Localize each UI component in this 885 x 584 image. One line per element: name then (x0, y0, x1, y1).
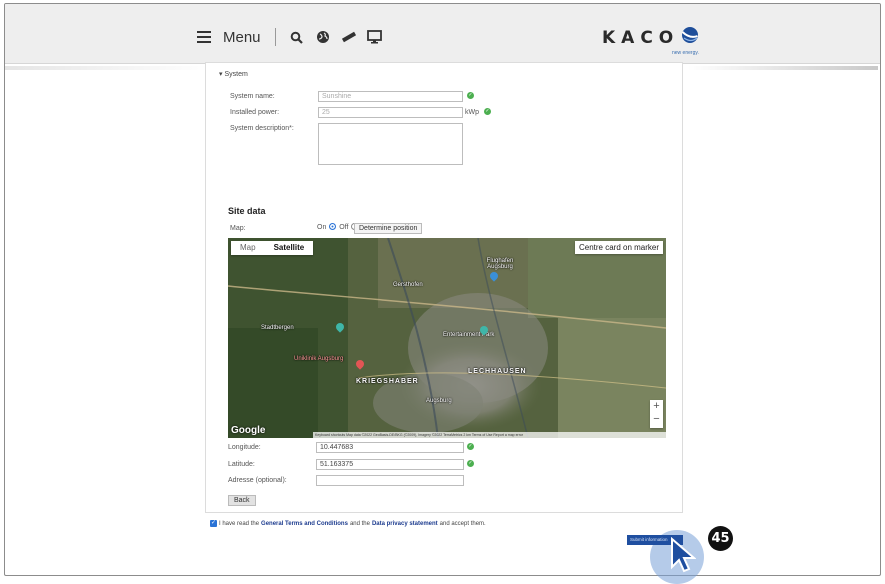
map-attribution: Keyboard shortcuts Map data ©2022 GeoBas… (313, 432, 666, 438)
monitor-icon[interactable] (366, 28, 384, 46)
header-shadow-left (5, 66, 210, 70)
map-place-label: KRIEGSHABER (356, 378, 419, 385)
map-place-label: Gersthofen (393, 282, 423, 288)
globe-icon[interactable] (314, 28, 332, 46)
terms-text-mid: and the (349, 520, 370, 527)
step-number-badge: 45 (708, 526, 733, 551)
zoom-control: + − (650, 400, 663, 428)
installed-power-valid-icon: ✓ (484, 108, 491, 115)
system-description-label: System description*: (230, 125, 294, 132)
registration-card: ▾ System System name: Sunshine ✓ Install… (205, 62, 683, 513)
address-label: Adresse (optional): (228, 477, 287, 484)
longitude-input[interactable]: 10.447683 (316, 442, 464, 453)
logo-globe-icon (681, 26, 699, 49)
system-section-header[interactable]: ▾ System (219, 70, 248, 78)
longitude-valid-icon: ✓ (467, 443, 474, 450)
map-place-label: LECHHAUSEN (468, 368, 527, 375)
logo-tagline: new energy. (672, 50, 699, 56)
zoom-in-button[interactable]: + (650, 400, 663, 413)
zoom-out-button[interactable]: − (650, 413, 663, 426)
tab-satellite[interactable]: Satellite (265, 241, 314, 255)
search-icon[interactable] (288, 28, 306, 46)
system-name-valid-icon: ✓ (467, 92, 474, 99)
latitude-label: Latitude: (228, 461, 255, 468)
header-shadow-right (688, 66, 878, 70)
mouse-cursor-icon (671, 537, 696, 573)
latitude-valid-icon: ✓ (467, 460, 474, 467)
satellite-imagery (228, 238, 666, 438)
google-logo: Google (231, 425, 266, 436)
terms-conditions-link[interactable]: General Terms and Conditions (261, 521, 348, 527)
determine-position-button[interactable]: Determine position (354, 223, 423, 234)
centre-card-on-marker-button[interactable]: Centre card on marker (574, 241, 663, 254)
power-unit-label: kWp (465, 109, 479, 116)
map-place-label: Flughafen Augsburg (486, 258, 514, 270)
site-data-title: Site data (228, 206, 266, 216)
privacy-statement-link[interactable]: Data privacy statement (372, 521, 438, 527)
system-section-title: System (224, 71, 248, 78)
back-button[interactable]: Back (228, 495, 256, 506)
map-place-label: Uniklinik Augsburg (294, 356, 344, 362)
map-type-tabs: Map Satellite (231, 241, 314, 255)
hamburger-menu-icon[interactable] (195, 28, 213, 46)
tab-map[interactable]: Map (231, 241, 265, 255)
installed-power-input[interactable]: 25 (318, 107, 463, 118)
longitude-label: Longitude: (228, 444, 261, 451)
installed-power-label: Installed power: (230, 109, 280, 116)
map-label: Map: (230, 225, 246, 232)
terms-checkbox[interactable]: ✓ (210, 520, 217, 527)
nav-divider (274, 28, 276, 46)
map-place-label: Augsburg (426, 398, 452, 404)
system-name-label: System name: (230, 93, 275, 100)
caret-down-icon: ▾ (219, 71, 223, 78)
map-on-radio[interactable] (329, 223, 337, 230)
map-on-label: On (317, 224, 327, 231)
nav-menu-group: Menu (195, 24, 384, 50)
satellite-map[interactable]: Gersthofen Flughafen Augsburg Stadtberge… (228, 238, 666, 438)
kaco-logo: KACO new energy. (602, 26, 699, 56)
menu-label[interactable]: Menu (223, 29, 261, 46)
terms-acceptance: ✓ I have read the General Terms and Cond… (210, 520, 486, 527)
terms-text-suffix: and accept them. (439, 520, 486, 527)
latitude-input[interactable]: 51.163375 (316, 459, 464, 470)
logo-wordmark: KACO (602, 27, 680, 48)
ruler-icon[interactable] (340, 28, 358, 46)
terms-text-prefix: I have read the (219, 520, 260, 527)
map-off-label: Off (339, 224, 349, 231)
system-name-input[interactable]: Sunshine (318, 91, 463, 102)
system-description-textarea[interactable] (318, 123, 463, 165)
map-place-label: Stadtbergen (261, 325, 294, 331)
top-navigation-bar: Menu KACO new energy. (5, 4, 880, 64)
address-input[interactable] (316, 475, 464, 486)
